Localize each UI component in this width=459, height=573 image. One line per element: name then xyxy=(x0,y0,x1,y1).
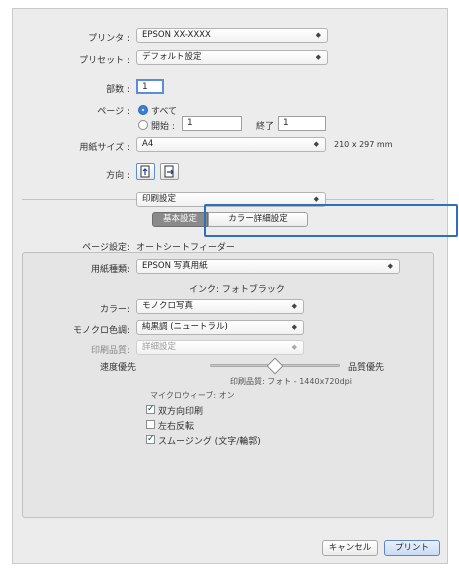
pages-all-label: すべて xyxy=(151,107,178,117)
media-type-label: 用紙種類: xyxy=(90,265,130,275)
color-value: モノクロ写真 xyxy=(142,301,194,311)
tab-basic[interactable]: 基本設定 xyxy=(152,212,208,227)
page-setup-value: オートシートフィーダー xyxy=(136,243,235,253)
printer-value: EPSON XX-XXXX xyxy=(142,30,211,40)
page-setup-label: ページ設定: xyxy=(82,243,130,253)
ink-text: インク: フォトブラック xyxy=(189,285,285,295)
copies-field[interactable]: 1 xyxy=(136,79,164,94)
print-button-label: プリント xyxy=(394,543,429,553)
mono-tone-label: モノクロ色調: xyxy=(72,326,130,336)
media-type-value: EPSON 写真用紙 xyxy=(142,261,208,271)
pages-to-field[interactable]: 1 xyxy=(278,116,326,131)
updown-icon: ◆ xyxy=(313,140,319,148)
tab-basic-label: 基本設定 xyxy=(162,214,197,224)
pages-range-radio[interactable] xyxy=(138,120,148,130)
section-select-value: 印刷設定 xyxy=(142,194,177,204)
color-label: カラー: xyxy=(99,305,130,315)
preset-select[interactable]: デフォルト設定 ◆ xyxy=(136,50,328,65)
quality-info-line2: マイクロウィーブ: オン xyxy=(150,391,235,400)
print-button[interactable]: プリント xyxy=(384,540,440,556)
paper-size-label: 用紙サイズ : xyxy=(79,143,130,153)
updown-icon: ◆ xyxy=(291,302,297,310)
mono-tone-value: 純黒調 (ニュートラル) xyxy=(142,322,228,332)
updown-icon: ◆ xyxy=(291,323,297,331)
printer-select[interactable]: EPSON XX-XXXX ◆ xyxy=(136,28,328,43)
portrait-icon xyxy=(140,165,150,178)
mirror-checkbox[interactable] xyxy=(146,420,155,429)
pages-to-label: 終了 : xyxy=(256,122,280,132)
highlight-frame xyxy=(204,204,458,237)
cancel-button[interactable]: キャンセル xyxy=(322,540,378,556)
landscape-orientation-button[interactable] xyxy=(160,163,179,180)
print-quality-label: 印刷品質: xyxy=(90,346,130,356)
pages-from-label: 開始 : xyxy=(151,122,175,132)
paper-dimensions: 210 x 297 mm xyxy=(334,140,393,149)
updown-icon: ◆ xyxy=(387,262,393,270)
updown-icon: ◆ xyxy=(315,53,321,61)
landscape-icon xyxy=(164,165,174,178)
smoothing-checkbox[interactable]: ✓ xyxy=(146,435,155,444)
speed-priority-label: 速度優先 xyxy=(100,363,137,373)
pages-label: ページ : xyxy=(97,107,130,117)
quality-priority-label: 品質優先 xyxy=(348,363,385,373)
media-type-select[interactable]: EPSON 写真用紙 ◆ xyxy=(136,259,400,274)
copies-label: 部数 : xyxy=(106,85,130,95)
color-select[interactable]: モノクロ写真 ◆ xyxy=(136,299,304,314)
bidirectional-label: 双方向印刷 xyxy=(158,407,204,417)
bidirectional-checkbox[interactable]: ✓ xyxy=(146,405,155,414)
preset-value: デフォルト設定 xyxy=(142,52,202,62)
mono-tone-select[interactable]: 純黒調 (ニュートラル) ◆ xyxy=(136,320,304,335)
preset-label: プリセット : xyxy=(79,56,130,66)
printer-label: プリンタ : xyxy=(88,34,130,44)
smoothing-label: スムージング (文字/輪郭) xyxy=(158,437,261,447)
paper-size-select[interactable]: A4 ◆ xyxy=(136,137,326,152)
pages-from-field[interactable]: 1 xyxy=(182,116,242,131)
print-quality-value: 詳細設定 xyxy=(142,342,177,352)
print-quality-select[interactable]: 詳細設定 ◆ xyxy=(136,340,304,355)
pages-all-radio[interactable] xyxy=(138,105,148,115)
paper-size-value: A4 xyxy=(142,139,154,149)
updown-icon: ◆ xyxy=(291,343,297,351)
quality-info-line1: 印刷品質: フォト - 1440x720dpi xyxy=(230,377,352,386)
portrait-orientation-button[interactable] xyxy=(136,163,155,180)
orientation-label: 方向 : xyxy=(106,171,130,181)
cancel-button-label: キャンセル xyxy=(328,543,372,553)
mirror-label: 左右反転 xyxy=(158,422,195,432)
updown-icon: ◆ xyxy=(315,31,321,39)
